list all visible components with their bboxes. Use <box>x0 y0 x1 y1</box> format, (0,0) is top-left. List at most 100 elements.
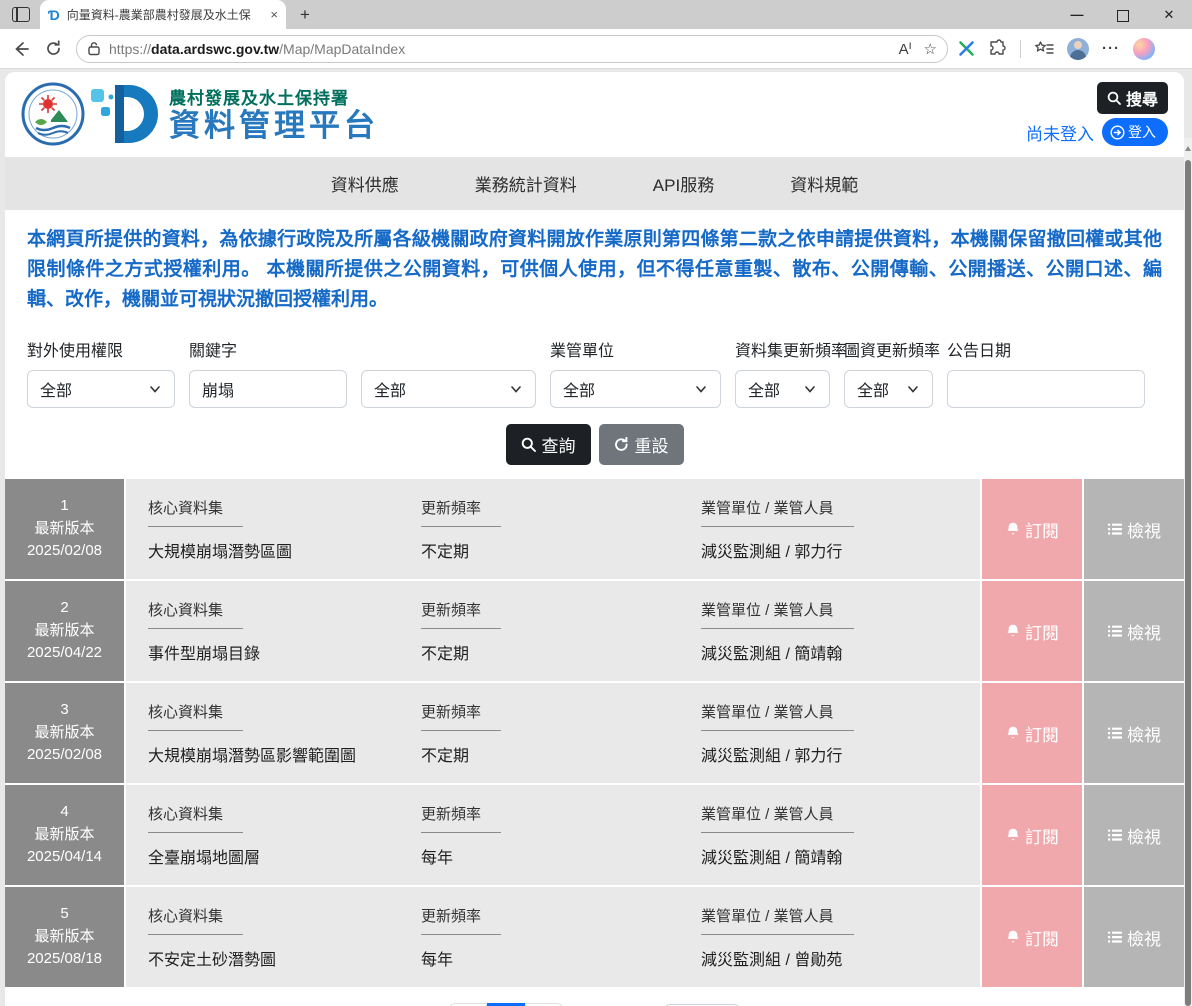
subscribe-button[interactable]: 訂閱 <box>982 683 1082 783</box>
map-frequency-select[interactable]: 全部 <box>844 370 933 408</box>
dataset-label: 核心資料集 <box>148 905 243 935</box>
scroll-up-icon[interactable] <box>1185 146 1191 151</box>
platform-d-logo <box>89 81 161 147</box>
unit-label: 業管單位 / 業管人員 <box>701 701 854 731</box>
copilot-icon[interactable] <box>1133 38 1155 60</box>
reset-icon <box>614 437 629 452</box>
close-icon[interactable]: ✕ <box>1146 0 1192 29</box>
agency-name: 農村發展及水土保持署 <box>169 84 379 109</box>
row-version-label: 最新版本 <box>34 518 94 541</box>
view-button[interactable]: 檢視 <box>1084 683 1184 783</box>
chevron-down-icon <box>906 382 920 396</box>
agency-emblem-icon <box>21 82 85 146</box>
favorites-bar-icon[interactable] <box>1034 40 1054 58</box>
more-icon[interactable]: ··· <box>1102 40 1120 57</box>
dataset-name: 事件型崩塌目錄 <box>148 640 421 664</box>
filter-dataset-frequency: 資料集更新頻率 全部 <box>735 337 830 408</box>
row-content: 核心資料集 全臺崩塌地圖層 更新頻率 每年 業管單位 / 業管人員 減災監測組 … <box>126 785 980 885</box>
row-number: 2 <box>60 597 68 620</box>
frequency-field: 更新頻率 每年 <box>421 905 701 970</box>
maximize-icon[interactable] <box>1100 0 1146 29</box>
query-button[interactable]: 查詢 <box>506 424 591 465</box>
frequency-value: 不定期 <box>421 742 701 766</box>
chevron-down-icon <box>803 382 817 396</box>
profile-avatar[interactable] <box>1067 38 1089 60</box>
pagination: « 1 » 顯示數量 6 <box>5 989 1184 1006</box>
address-bar[interactable]: https://data.ardswc.gov.tw/Map/MapDataIn… <box>76 35 948 63</box>
view-button[interactable]: 檢視 <box>1084 479 1184 579</box>
dataset-name: 不安定土砂潛勢圖 <box>148 946 421 970</box>
window-controls: — ✕ <box>1054 0 1192 29</box>
read-aloud-icon[interactable]: Aᑊ <box>899 40 912 58</box>
nav-item-statistics[interactable]: 業務統計資料 <box>475 171 577 196</box>
extensions-puzzle-icon[interactable] <box>988 39 1007 58</box>
minimize-icon[interactable]: — <box>1054 0 1100 29</box>
table-row: 5 最新版本 2025/08/18 核心資料集 不安定土砂潛勢圖 更新頻率 每年… <box>5 887 1184 987</box>
bell-icon <box>1005 827 1021 843</box>
nav-item-data-standard[interactable]: 資料規範 <box>790 171 858 196</box>
row-content: 核心資料集 大規模崩塌潛勢區影響範圍圖 更新頻率 不定期 業管單位 / 業管人員… <box>126 683 980 783</box>
dataset-field: 核心資料集 大規模崩塌潛勢區影響範圍圖 <box>148 701 421 766</box>
list-icon <box>1107 725 1123 741</box>
keyword-input[interactable] <box>189 370 347 408</box>
row-version-label: 最新版本 <box>34 824 94 847</box>
subscribe-button[interactable]: 訂閱 <box>982 581 1082 681</box>
permission-select[interactable]: 全部 <box>27 370 175 408</box>
web-page: 農村發展及水土保持署 資料管理平台 搜尋 尚未登入 登入 資料供應 業務統計資料… <box>0 69 1192 1006</box>
row-number: 5 <box>60 903 68 926</box>
row-number: 1 <box>60 495 68 518</box>
subscribe-button[interactable]: 訂閱 <box>982 479 1082 579</box>
row-content: 核心資料集 不安定土砂潛勢圖 更新頻率 每年 業管單位 / 業管人員 減災監測組… <box>126 887 980 987</box>
category-select[interactable]: 全部 <box>361 370 536 408</box>
disclaimer-text: 本網頁所提供的資料，為依據行政院及所屬各級機關政府資料開放作業原則第四條第二款之… <box>5 210 1184 325</box>
unit-label: 業管單位 / 業管人員 <box>701 905 854 935</box>
browser-tab[interactable]: Ɗ 向量資料-農業部農村發展及水土保 × <box>40 0 286 29</box>
filter-label: 資料集更新頻率 <box>735 337 830 359</box>
favorite-star-icon[interactable]: ☆ <box>924 40 937 58</box>
back-icon[interactable] <box>8 36 34 62</box>
view-button[interactable]: 檢視 <box>1084 581 1184 681</box>
nav-item-api[interactable]: API服務 <box>653 171 714 196</box>
bell-icon <box>1005 623 1021 639</box>
login-area: 尚未登入 登入 <box>1026 118 1168 146</box>
subscribe-button[interactable]: 訂閱 <box>982 887 1082 987</box>
unit-label: 業管單位 / 業管人員 <box>701 497 854 527</box>
nav-item-data-supply[interactable]: 資料供應 <box>331 171 399 196</box>
site-logo[interactable]: 農村發展及水土保持署 資料管理平台 <box>21 81 379 147</box>
scrollbar[interactable] <box>1184 138 1192 1006</box>
login-button[interactable]: 登入 <box>1102 118 1168 146</box>
dataset-field: 核心資料集 全臺崩塌地圖層 <box>148 803 421 868</box>
subscribe-button[interactable]: 訂閱 <box>982 785 1082 885</box>
frequency-value: 每年 <box>421 844 701 868</box>
row-content: 核心資料集 大規模崩塌潛勢區圖 更新頻率 不定期 業管單位 / 業管人員 減災監… <box>126 479 980 579</box>
row-date: 2025/02/08 <box>27 744 102 767</box>
scrollbar-thumb[interactable] <box>1185 160 1191 1006</box>
new-tab-icon[interactable]: + <box>300 5 310 25</box>
view-button[interactable]: 檢視 <box>1084 785 1184 885</box>
table-row: 2 最新版本 2025/04/22 核心資料集 事件型崩塌目錄 更新頻率 不定期… <box>5 581 1184 681</box>
url-text[interactable]: https://data.ardswc.gov.tw/Map/MapDataIn… <box>109 41 887 57</box>
frequency-field: 更新頻率 不定期 <box>421 497 701 562</box>
row-date: 2025/02/08 <box>27 540 102 563</box>
header-search-button[interactable]: 搜尋 <box>1097 82 1168 114</box>
reset-button[interactable]: 重設 <box>599 424 684 465</box>
dataset-frequency-select[interactable]: 全部 <box>735 370 830 408</box>
dataset-name: 大規模崩塌潛勢區圖 <box>148 538 421 562</box>
unit-value: 減災監測組 / 郭力行 <box>701 538 980 562</box>
refresh-icon[interactable] <box>40 36 66 62</box>
filter-panel: 對外使用權限 全部 關鍵字 全部 業管單位 全部 <box>5 325 1184 408</box>
filter-map-frequency: 圖資更新頻率 全部 <box>844 337 933 408</box>
frequency-field: 更新頻率 每年 <box>421 803 701 868</box>
row-version-cell: 4 最新版本 2025/04/14 <box>5 785 124 885</box>
announce-date-input[interactable] <box>947 370 1145 408</box>
tab-close-icon[interactable]: × <box>270 7 278 22</box>
filter-actions: 查詢 重設 <box>5 424 1184 479</box>
frequency-label: 更新頻率 <box>421 701 501 731</box>
unit-label: 業管單位 / 業管人員 <box>701 599 854 629</box>
dataset-label: 核心資料集 <box>148 803 243 833</box>
unit-value: 減災監測組 / 郭力行 <box>701 742 980 766</box>
view-button[interactable]: 檢視 <box>1084 887 1184 987</box>
workspaces-icon[interactable] <box>12 7 30 22</box>
unit-select[interactable]: 全部 <box>550 370 721 408</box>
extension-x-icon[interactable] <box>958 40 975 57</box>
